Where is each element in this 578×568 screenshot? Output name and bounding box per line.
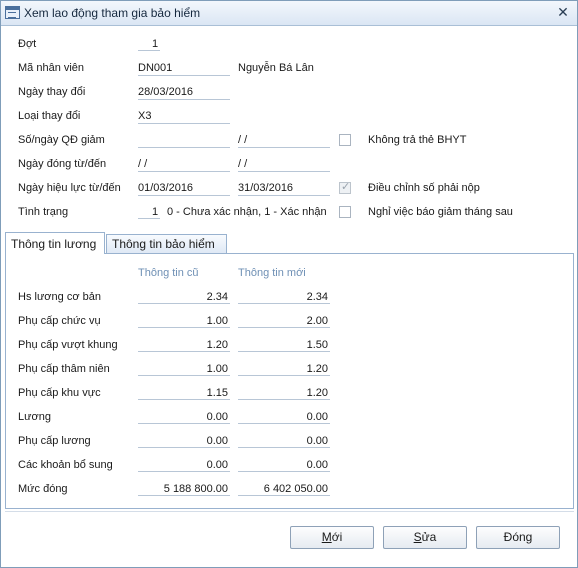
effective-period-label: Ngày hiệu lực từ/đến [18,182,121,194]
new-button[interactable]: Mới [290,526,374,549]
resign-next-month-checkbox[interactable] [339,206,351,218]
decision-label: Số/ngày QĐ giảm [18,134,105,146]
row-label: Phụ cấp lương [18,435,91,447]
change-type-label: Loại thay đổi [18,110,81,122]
row-label: Mức đóng [18,483,68,495]
new-value-field[interactable]: 2.00 [238,314,330,328]
row-label: Phụ cấp vượt khung [18,339,118,351]
effective-to-field[interactable]: 31/03/2016 [238,181,330,196]
old-value-field[interactable]: 0.00 [138,434,230,448]
edit-button-label-rest: ửa [421,530,437,544]
new-value-field[interactable]: 1.20 [238,362,330,376]
decision-number-field[interactable] [138,133,230,148]
footer-separator [5,511,574,512]
employee-name: Nguyễn Bá Lân [238,62,314,74]
edit-button-mnemonic: S [413,530,422,544]
new-value-field[interactable]: 0.00 [238,410,330,424]
dialog-window: Xem lao động tham gia bảo hiểm ✕ Đợt 1 M… [0,0,578,568]
new-value-field[interactable]: 1.20 [238,386,330,400]
close-button[interactable]: ✕ [553,3,573,22]
status-hint: 0 - Chưa xác nhận, 1 - Xác nhận [167,206,327,218]
resign-next-month-label: Nghỉ việc báo giảm tháng sau [368,206,513,218]
old-value-field[interactable]: 1.20 [138,338,230,352]
new-value-field[interactable]: 0.00 [238,434,330,448]
dot-field[interactable]: 1 [138,37,160,51]
change-date-label: Ngày thay đổi [18,86,86,98]
new-button-label-rest: ới [331,530,343,544]
no-health-card-checkbox[interactable] [339,134,351,146]
row-label: Các khoản bổ sung [18,459,113,471]
dot-label: Đợt [18,38,37,50]
old-value-field[interactable]: 1.15 [138,386,230,400]
employee-id-label: Mã nhân viên [18,62,85,74]
old-value-field[interactable]: 1.00 [138,362,230,376]
adjust-payable-label: Điều chỉnh số phải nộp [368,182,480,194]
tab-insurance-info[interactable]: Thông tin bảo hiểm [106,234,227,253]
payment-from-field[interactable]: / / [138,157,230,172]
payment-period-label: Ngày đóng từ/đến [18,158,107,170]
row-label: Lương [18,411,51,423]
title-bar[interactable]: Xem lao động tham gia bảo hiểm ✕ [1,1,577,26]
new-value-field[interactable]: 6 402 050.00 [238,482,330,496]
row-label: Phụ cấp chức vụ [18,315,101,327]
new-info-header: Thông tin mới [238,267,306,279]
window-title: Xem lao động tham gia bảo hiểm [24,6,201,20]
change-date-field[interactable]: 28/03/2016 [138,85,230,100]
new-value-field[interactable]: 0.00 [238,458,330,472]
old-value-field[interactable]: 0.00 [138,458,230,472]
old-value-field[interactable]: 1.00 [138,314,230,328]
old-value-field[interactable]: 2.34 [138,290,230,304]
adjust-payable-checkbox[interactable] [339,180,351,194]
decision-date-field[interactable]: / / [238,133,330,148]
payment-to-field[interactable]: / / [238,157,330,172]
status-label: Tình trạng [18,206,69,218]
window-icon [5,6,20,19]
old-value-field[interactable]: 5 188 800.00 [138,482,230,496]
edit-button[interactable]: Sửa [383,526,467,549]
row-label: Phụ cấp khu vực [18,387,101,399]
status-field[interactable]: 1 [138,205,160,219]
employee-id-field[interactable]: DN001 [138,61,230,76]
row-label: Hs lương cơ bản [18,291,101,303]
old-info-header: Thông tin cũ [138,267,199,279]
effective-from-field[interactable]: 01/03/2016 [138,181,230,196]
new-button-mnemonic: M [321,530,332,544]
new-value-field[interactable]: 2.34 [238,290,330,304]
no-health-card-label: Không trả thẻ BHYT [368,134,467,146]
close-dialog-button[interactable]: Đóng [476,526,560,549]
row-label: Phụ cấp thâm niên [18,363,110,375]
change-type-field[interactable]: X3 [138,109,230,124]
tab-salary-info[interactable]: Thông tin lương [5,232,105,254]
new-value-field[interactable]: 1.50 [238,338,330,352]
old-value-field[interactable]: 0.00 [138,410,230,424]
